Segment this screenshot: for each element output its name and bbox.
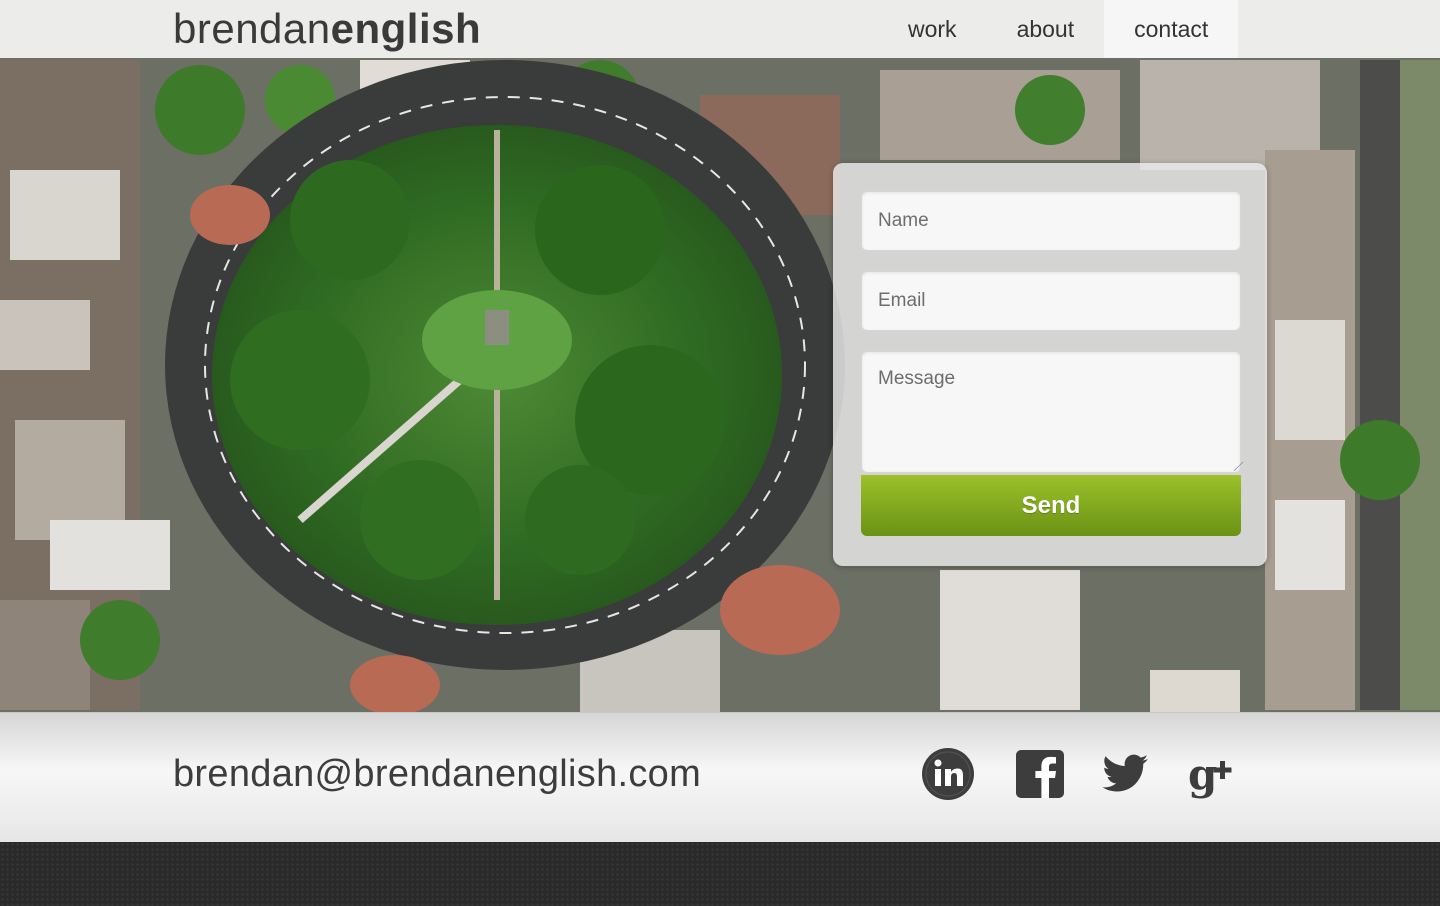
nav-work[interactable]: work <box>878 0 987 58</box>
google-plus-icon[interactable]: g <box>1186 747 1240 801</box>
logo-first-name: brendan <box>173 5 331 52</box>
page: brendanenglish work about contact Send b… <box>0 0 1440 906</box>
site-footer: brendan@brendanenglish.com g <box>0 712 1440 842</box>
message-field[interactable] <box>861 351 1241 473</box>
email-field[interactable] <box>861 271 1241 331</box>
main-nav: work about contact <box>878 0 1239 58</box>
logo-last-name: english <box>330 5 482 52</box>
bottom-bar <box>0 842 1440 906</box>
linkedin-icon[interactable] <box>921 747 975 801</box>
nav-about[interactable]: about <box>987 0 1105 58</box>
send-button[interactable]: Send <box>861 475 1241 536</box>
facebook-icon[interactable] <box>1013 747 1067 801</box>
site-logo[interactable]: brendanenglish <box>173 2 481 56</box>
twitter-icon[interactable] <box>1098 747 1152 801</box>
nav-contact[interactable]: contact <box>1104 0 1239 58</box>
name-field[interactable] <box>861 191 1241 251</box>
site-header: brendanenglish work about contact <box>0 0 1440 58</box>
contact-form: Send <box>833 163 1267 566</box>
footer-email-link[interactable]: brendan@brendanenglish.com <box>173 753 701 796</box>
svg-text:g: g <box>1188 750 1217 799</box>
